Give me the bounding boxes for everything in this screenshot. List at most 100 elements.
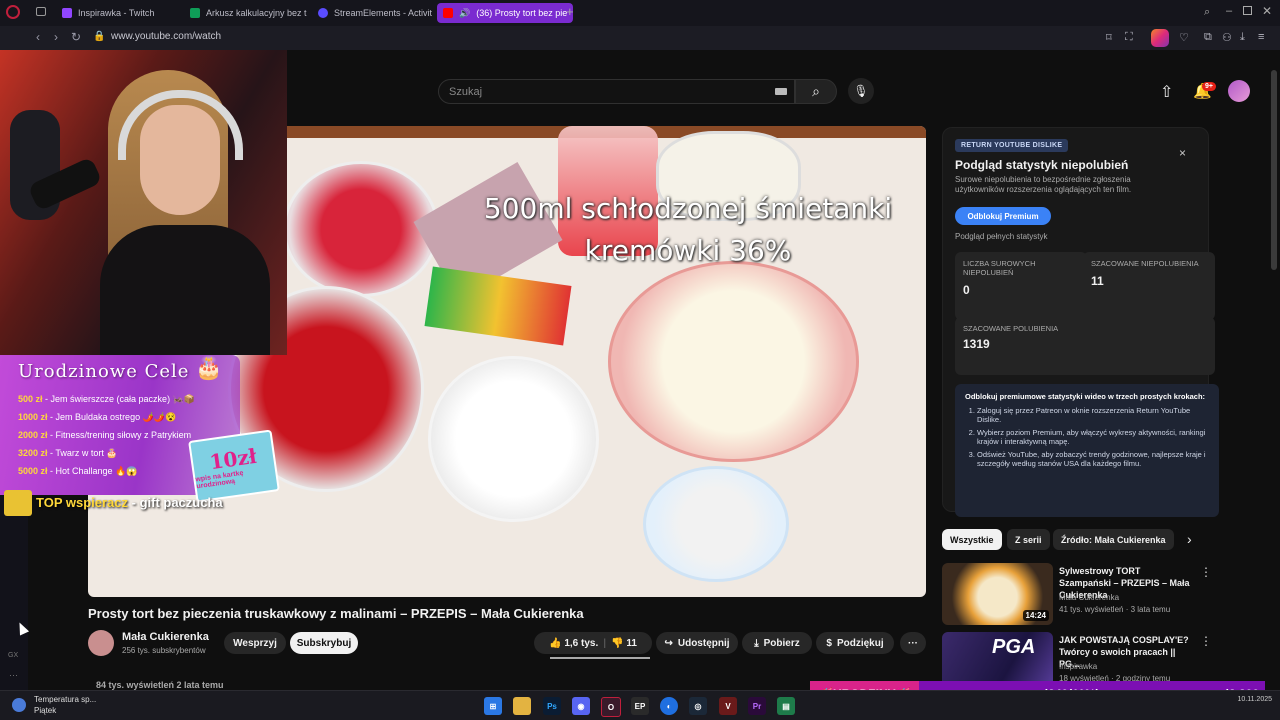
share-button[interactable]: ↪ Udostępnij [656,632,738,654]
close-window-icon[interactable]: ✕ [1262,4,1272,18]
opera-logo-icon[interactable] [6,5,20,19]
streamelements-icon [318,8,328,18]
forward-icon[interactable]: › [54,30,58,44]
workspaces-icon[interactable] [36,7,46,16]
weather-icon[interactable] [12,698,26,712]
tab-search-icon[interactable]: ⌕ [1204,6,1210,19]
step-item: Zaloguj się przez Patreon w oknie rozsze… [977,406,1209,425]
twitch-icon [62,8,72,18]
video-thumbnail[interactable]: 14:24 [942,563,1053,625]
goal-text: - Twarz w tort 🎂 [47,448,118,458]
chip-series[interactable]: Z serii [1007,529,1050,550]
goal-text: - Jem Buldaka ostrego 🌶️🌶️😵 [47,412,177,422]
goal-text: - Jem świerszcze (cała paczke) 🦗📦 [42,394,195,404]
thumbnail-text: PGA [992,636,1036,658]
system-clock[interactable]: 10.11.2025 [1237,696,1272,703]
tab-twitch[interactable]: Inspirawka - Twitch [56,3,188,23]
dislike-count: 11 [626,637,637,649]
support-button[interactable]: Wesprzyj [224,632,286,654]
subscribe-button[interactable]: Subskrybuj [290,632,358,654]
address-bar: ‹ › ↻ 🔒 www.youtube.com/watch ⌑ ⛶ ♡ ⧉ ⚇ … [0,26,1280,50]
like-dislike-group: 👍 1,6 tys. | 👎 11 [534,632,652,654]
back-icon[interactable]: ‹ [36,30,40,44]
voice-search-button[interactable]: 🎙 [848,78,874,104]
tab-label: StreamElements - Activit [334,8,433,18]
extensions-icon[interactable]: ⧉ [1204,31,1212,44]
weather-widget[interactable]: Temperatura sp... Piątek [34,694,96,716]
recommendation-channel[interactable]: Inspirawka [1059,662,1097,671]
goal-item: 1000 zł - Jem Buldaka ostrego 🌶️🌶️😵 [18,412,176,423]
gx-icon[interactable]: GX [8,652,18,659]
chip-all[interactable]: Wszystkie [942,529,1002,550]
weather-day: Piątek [34,706,57,715]
menu-icon[interactable]: ≡ [1258,31,1264,43]
recommendation-channel[interactable]: Mała Cukierenka [1059,593,1119,602]
discord-icon[interactable]: ◉ [572,697,590,715]
unlock-premium-button[interactable]: Odblokuj Premium [955,207,1051,225]
chevron-right-icon[interactable]: › [1187,531,1192,547]
tab-streamelements[interactable]: StreamElements - Activit [312,3,444,23]
weather-text: Temperatura sp... [34,695,97,704]
tab-spreadsheet[interactable]: Arkusz kalkulacyjny bez t [184,3,316,23]
like-button[interactable]: 👍 1,6 tys. [549,638,598,649]
search-input[interactable]: Szukaj [438,79,795,104]
more-icon[interactable]: ··· [9,670,18,680]
chip-source[interactable]: Źródło: Mała Cukierenka [1053,529,1174,550]
recommendation-item[interactable]: 14:24 Sylwestrowy TORT Szampański – PRZE… [942,563,1212,627]
cake-icon: 🎂 [195,355,223,380]
download-icon[interactable]: ⤓ [1240,31,1245,44]
steam-icon[interactable]: ◎ [689,697,707,715]
channel-name[interactable]: Mała Cukierenka [122,631,209,643]
pin-icon[interactable]: ⌑ [1106,31,1112,44]
minimize-icon[interactable]: – [1226,5,1232,17]
full-stats-link[interactable]: Podgląd pełnych statystyk [955,232,1048,241]
more-actions-button[interactable]: ··· [900,632,926,654]
like-ratio-bar [550,657,650,659]
download-button[interactable]: ⤓ Pobierz [742,632,812,654]
download-label: Pobierz [763,637,800,649]
url-field[interactable]: www.youtube.com/watch [111,31,221,42]
sheets-icon[interactable]: ▤ [777,697,795,715]
top-supporter-suffix: - gift paczucha [128,495,223,510]
dislike-button[interactable]: 👎 11 [611,638,637,649]
profile-icon[interactable]: ⚇ [1222,31,1232,44]
more-options-icon[interactable]: ⋮ [1200,565,1212,579]
sheets-icon [190,8,200,18]
subscriber-count: 256 tys. subskrybentów [122,646,206,655]
upload-icon[interactable]: ⇧ [1160,82,1173,102]
download-icon: ⤓ [754,637,759,649]
caption-line: 500ml schłodzonej śmietanki [483,192,893,225]
thanks-button[interactable]: $ Podziękuj [816,632,894,654]
top-supporter-label: TOP wspieracz - gift paczucha [36,495,223,510]
goal-item: 2000 zł - Fitness/trening siłowy z Patry… [18,430,191,440]
search-button[interactable]: ⌕ [795,79,837,104]
epic-games-icon[interactable]: EP [631,697,649,715]
stat-value: 1319 [963,337,990,351]
snapshot-icon[interactable]: ⛶ [1125,31,1133,44]
ryd-close-icon[interactable]: × [1179,146,1186,160]
video-duration: 14:24 [1022,610,1049,621]
account-avatar[interactable] [1228,80,1250,102]
instagram-icon[interactable] [1151,29,1169,47]
stat-label: SZACOWANE NIEPOLUBIENIA [1091,259,1199,268]
speaker-icon[interactable]: 🔊 [459,8,470,19]
windows-start-icon[interactable]: ⊞ [484,697,502,715]
page-scrollbar[interactable] [1271,70,1277,270]
opera-gx-icon[interactable]: O [601,697,621,717]
app-icon[interactable]: V [719,697,737,715]
tab-label: Arkusz kalkulacyjny bez t [206,8,307,18]
photoshop-icon[interactable]: Ps [543,697,561,715]
tab-youtube[interactable]: 🔊 (36) Prosty tort bez pie [437,3,573,23]
channel-avatar[interactable] [88,630,114,656]
ryd-panel: RETURN YOUTUBE DISLIKE × Podgląd statyst… [942,127,1219,517]
heart-icon[interactable]: ♡ [1179,31,1189,44]
tab-label: (36) Prosty tort bez pie [476,8,568,18]
app-icon[interactable]: ◐ [660,697,678,715]
keyboard-icon[interactable] [775,88,787,95]
maximize-icon[interactable] [1243,6,1252,15]
premiere-icon[interactable]: Pr [748,697,766,715]
file-explorer-icon[interactable] [513,697,531,715]
more-options-icon[interactable]: ⋮ [1200,634,1212,648]
new-tab-button[interactable]: + [566,4,574,19]
reload-icon[interactable]: ↻ [71,30,81,44]
